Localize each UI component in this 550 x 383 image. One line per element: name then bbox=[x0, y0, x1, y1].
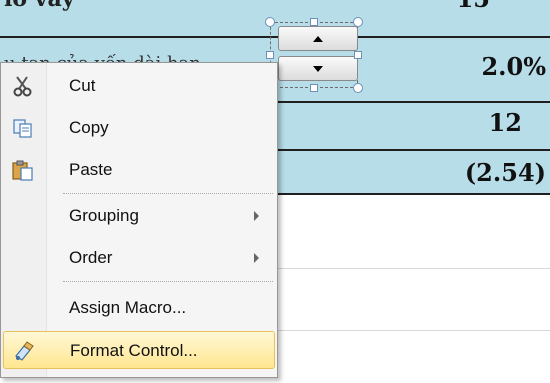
paste-icon bbox=[12, 160, 33, 181]
menu-item-format-control[interactable]: Format Control... bbox=[3, 331, 275, 369]
cell-value: 12 bbox=[488, 108, 522, 137]
menu-item-copy[interactable]: Copy bbox=[3, 109, 275, 147]
resize-handle[interactable] bbox=[266, 51, 274, 59]
cell-value: (2.54) bbox=[464, 158, 546, 187]
resize-handle[interactable] bbox=[310, 18, 318, 26]
menu-item-label: Grouping bbox=[69, 206, 139, 225]
cell-value-top: 15 bbox=[457, 0, 490, 13]
menu-item-assign-macro[interactable]: Assign Macro... bbox=[3, 289, 275, 327]
menu-separator bbox=[63, 281, 273, 282]
submenu-arrow-icon bbox=[254, 211, 259, 221]
format-control-icon bbox=[15, 341, 34, 361]
menu-item-cut[interactable]: Cut bbox=[3, 67, 275, 105]
menu-item-order[interactable]: Order bbox=[3, 239, 275, 277]
resize-handle[interactable] bbox=[354, 51, 362, 59]
triangle-up-icon bbox=[313, 35, 323, 42]
triangle-down-icon bbox=[313, 65, 323, 72]
menu-separator bbox=[63, 193, 273, 194]
copy-icon bbox=[13, 119, 32, 138]
scissors-icon bbox=[13, 76, 32, 97]
cell-label-top: io vay bbox=[4, 0, 75, 12]
context-menu: Cut Copy Paste Grouping Order Assign Mac… bbox=[0, 62, 278, 378]
menu-item-label: Copy bbox=[69, 118, 109, 137]
spinner-up-button[interactable] bbox=[278, 26, 358, 51]
menu-item-label: Order bbox=[69, 248, 113, 267]
menu-item-grouping[interactable]: Grouping bbox=[3, 197, 275, 235]
resize-handle[interactable] bbox=[265, 17, 275, 27]
menu-item-label: Assign Macro... bbox=[69, 298, 187, 317]
menu-item-paste[interactable]: Paste bbox=[3, 151, 275, 189]
menu-item-label: Format Control... bbox=[70, 341, 198, 360]
menu-item-label: Cut bbox=[69, 76, 96, 95]
submenu-arrow-icon bbox=[254, 253, 259, 263]
resize-handle[interactable] bbox=[310, 84, 318, 92]
cell-value: 2.0% bbox=[481, 52, 546, 81]
spinner-control[interactable] bbox=[265, 17, 363, 93]
resize-handle[interactable] bbox=[353, 17, 363, 27]
menu-item-label: Paste bbox=[69, 160, 113, 179]
resize-handle[interactable] bbox=[353, 83, 363, 93]
spinner-down-button[interactable] bbox=[278, 56, 358, 81]
